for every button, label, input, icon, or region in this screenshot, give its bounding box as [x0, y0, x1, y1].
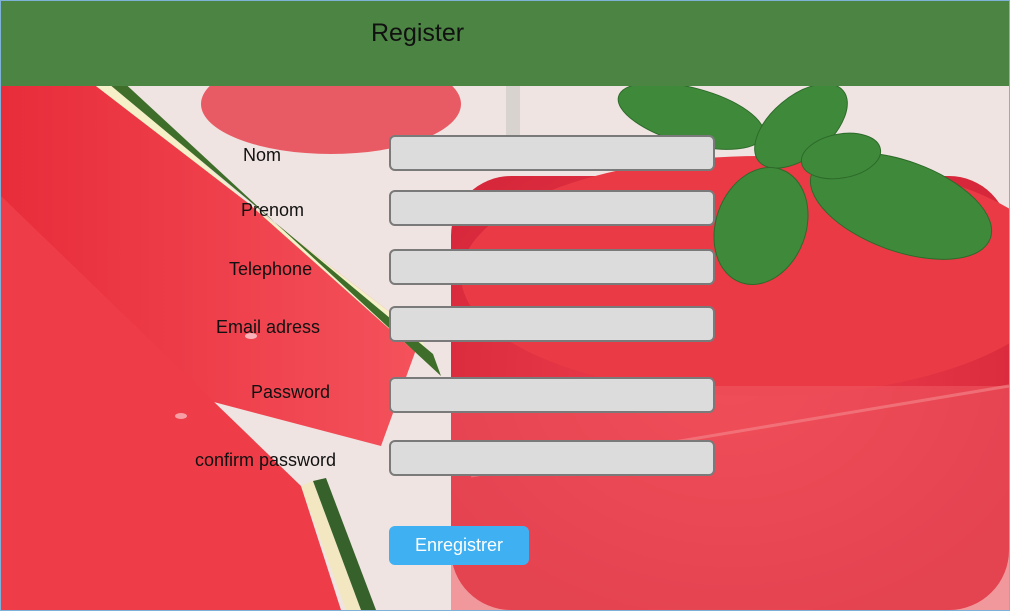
password-input[interactable] — [389, 377, 715, 413]
label-telephone: Telephone — [229, 259, 313, 279]
register-window: Register Nom Prenom Telephone Email adre… — [0, 0, 1010, 611]
header-bar: Register — [1, 1, 1009, 86]
telephone-input[interactable] — [389, 249, 715, 285]
label-prenom: Prenom — [241, 200, 305, 220]
enregistrer-button[interactable]: Enregistrer — [389, 526, 529, 565]
label-nom: Nom — [243, 145, 282, 165]
email-input[interactable] — [389, 306, 715, 342]
label-password: Password — [251, 382, 331, 402]
prenom-input[interactable] — [389, 190, 715, 226]
confirm-password-input[interactable] — [389, 440, 715, 476]
page-title: Register — [371, 19, 465, 47]
label-email: Email adress — [216, 317, 321, 337]
nom-input[interactable] — [389, 135, 715, 171]
label-confirm-password: confirm password — [195, 450, 337, 470]
